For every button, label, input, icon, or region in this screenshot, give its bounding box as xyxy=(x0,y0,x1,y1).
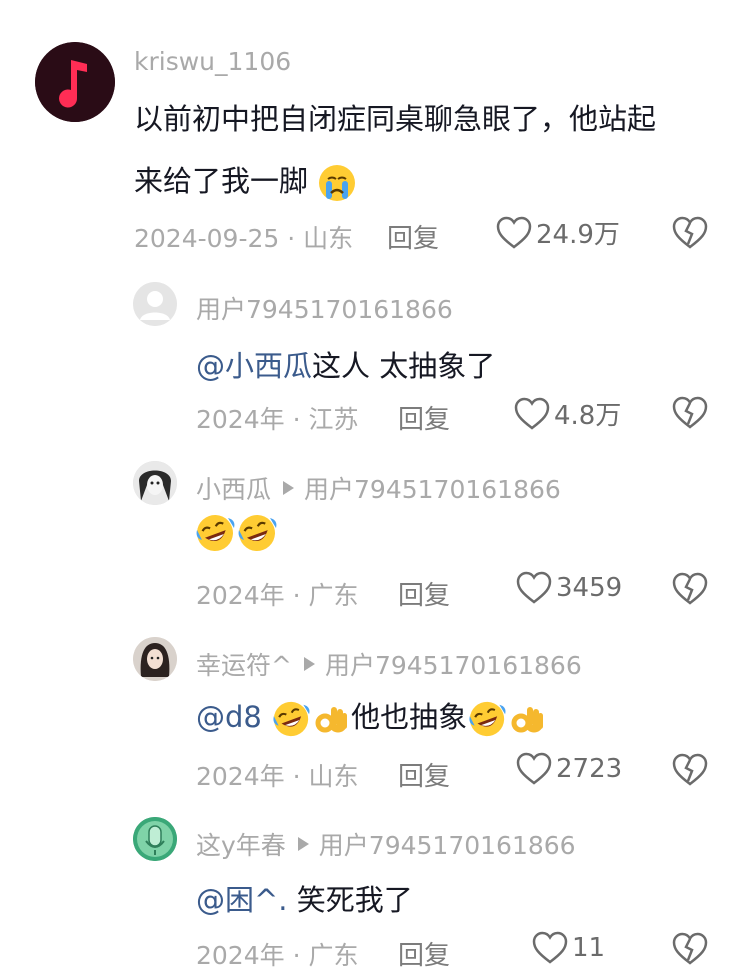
broken-heart-icon[interactable] xyxy=(672,396,708,430)
comment-text: @d8 他也抽象 xyxy=(196,694,547,739)
reply-arrow-icon xyxy=(297,837,309,851)
comment-text: @小西瓜这人 太抽象了 xyxy=(196,343,495,385)
heart-icon xyxy=(496,216,532,249)
reply-to-username[interactable]: 用户7945170161866 xyxy=(304,470,561,506)
avatar[interactable] xyxy=(35,42,115,122)
reply-item: 这y年春 用户7945170161866 @困^. 笑死我了 2024年 · 广… xyxy=(0,810,750,971)
comment-text-line: 来给了我一脚 xyxy=(134,164,309,198)
like-button[interactable]: 24.9万 xyxy=(496,214,620,251)
reply-arrow-icon xyxy=(303,657,315,671)
username[interactable]: 用户7945170161866 xyxy=(196,290,453,326)
rofl-emoji xyxy=(238,515,277,551)
reply-button[interactable]: 回复 xyxy=(398,575,450,612)
username[interactable]: 小西瓜 xyxy=(196,470,271,506)
username[interactable]: 这y年春 xyxy=(196,826,286,862)
avatar[interactable] xyxy=(133,637,177,681)
comment-text-line2: 来给了我一脚 xyxy=(134,158,357,203)
heart-icon xyxy=(532,931,568,964)
reply-header: 这y年春 用户7945170161866 xyxy=(196,826,576,862)
comment-item: kriswu_1106 以前初中把自闭症同桌聊急眼了，他站起 来给了我一脚 20… xyxy=(0,0,750,270)
ok-hand-emoji xyxy=(315,707,348,733)
like-count: 4.8万 xyxy=(554,401,622,431)
reply-button[interactable]: 回复 xyxy=(398,756,450,793)
mention-link[interactable]: @d8 xyxy=(196,700,262,734)
reply-button[interactable]: 回复 xyxy=(387,218,439,255)
reply-arrow-icon xyxy=(283,481,295,495)
like-count: 24.9万 xyxy=(536,220,620,250)
comment-text-body: 他也抽象 xyxy=(351,700,468,734)
mention-link[interactable]: @困^. xyxy=(196,883,288,917)
comment-meta: 2024年 · 广东 xyxy=(196,581,359,610)
username[interactable]: kriswu_1106 xyxy=(134,47,291,76)
heart-icon xyxy=(516,571,552,604)
avatar[interactable] xyxy=(133,461,177,505)
mention-link[interactable]: @小西瓜 xyxy=(196,349,312,383)
like-button[interactable]: 3459 xyxy=(516,571,622,605)
comment-text: @困^. 笑死我了 xyxy=(196,877,413,919)
like-count: 2723 xyxy=(556,754,623,784)
reply-button[interactable]: 回复 xyxy=(398,935,450,972)
reply-to-username[interactable]: 用户7945170161866 xyxy=(319,826,576,862)
like-button[interactable]: 2723 xyxy=(516,752,622,786)
comment-meta: 2024年 · 江苏 xyxy=(196,405,359,434)
girl-avatar-icon xyxy=(133,637,177,681)
like-count: 11 xyxy=(572,933,606,963)
default-user-icon xyxy=(133,282,177,326)
comment-meta: 2024年 · 山东 xyxy=(196,762,359,791)
heart-icon xyxy=(516,752,552,785)
broken-heart-icon[interactable] xyxy=(672,572,708,606)
comment-meta: 2024年 · 广东 xyxy=(196,941,359,970)
crying-emoji xyxy=(319,165,356,201)
avatar[interactable] xyxy=(133,282,177,326)
comment-meta: 2024-09-25 · 山东 xyxy=(134,224,354,253)
reply-header: 幸运符^ 用户7945170161866 xyxy=(196,646,582,682)
reply-to-username[interactable]: 用户7945170161866 xyxy=(325,646,582,682)
reply-button[interactable]: 回复 xyxy=(398,399,450,436)
heart-icon xyxy=(514,397,550,430)
like-button[interactable]: 4.8万 xyxy=(514,395,621,432)
rofl-emoji xyxy=(273,701,310,737)
reply-header: 小西瓜 用户7945170161866 xyxy=(196,470,561,506)
reply-item: 幸运符^ 用户7945170161866 @d8 他也抽象 2024年 · 山东… xyxy=(0,630,750,810)
comment-text-body: 笑死我了 xyxy=(287,883,413,917)
comment-text: 以前初中把自闭症同桌聊急眼了，他站起 xyxy=(134,96,656,138)
music-note-icon xyxy=(35,42,115,122)
broken-heart-icon[interactable] xyxy=(672,216,708,250)
broken-heart-icon[interactable] xyxy=(672,932,708,966)
like-count: 3459 xyxy=(556,573,623,603)
microphone-avatar-icon xyxy=(133,817,177,861)
ok-hand-emoji xyxy=(511,707,544,733)
reply-item: 用户7945170161866 @小西瓜这人 太抽象了 2024年 · 江苏 回… xyxy=(0,270,750,450)
like-button[interactable]: 11 xyxy=(532,931,605,965)
anime-avatar-icon xyxy=(133,461,177,505)
broken-heart-icon[interactable] xyxy=(672,753,708,787)
comment-text xyxy=(194,512,278,554)
reply-item: 小西瓜 用户7945170161866 2024年 · 广东 回复 3459 xyxy=(0,450,750,630)
comment-text-line: 以前初中把自闭症同桌聊急眼了，他站起 xyxy=(134,102,657,136)
avatar[interactable] xyxy=(133,817,177,861)
rofl-emoji xyxy=(196,515,235,551)
rofl-emoji xyxy=(469,701,506,737)
comment-text-body: 这人 太抽象了 xyxy=(312,349,496,383)
username[interactable]: 幸运符^ xyxy=(196,646,292,682)
